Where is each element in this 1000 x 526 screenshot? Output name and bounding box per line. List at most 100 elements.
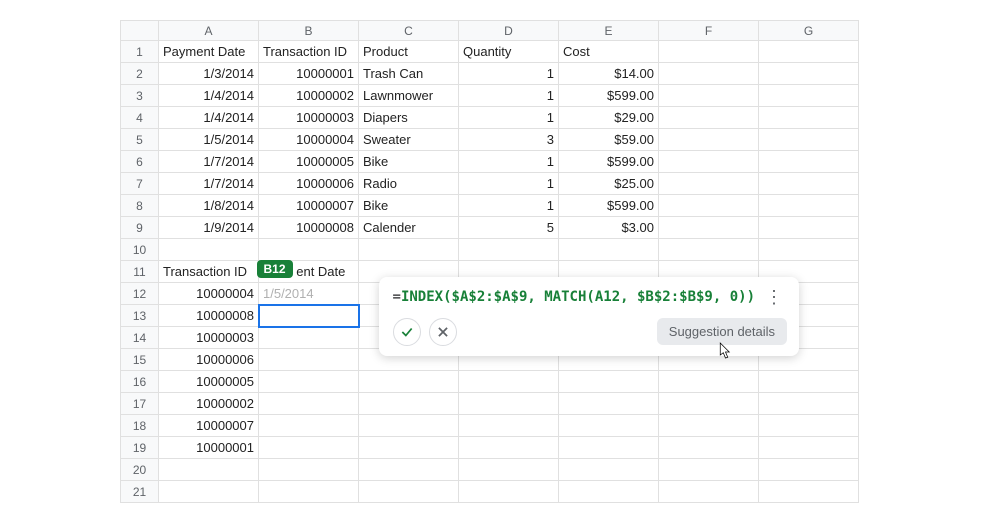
spreadsheet-grid[interactable]: A B C D E F G 1 Payment Date Transaction… bbox=[120, 20, 859, 503]
accept-suggestion-button[interactable] bbox=[393, 318, 421, 346]
cell[interactable]: Quantity bbox=[459, 41, 559, 63]
cell[interactable] bbox=[559, 393, 659, 415]
cell[interactable] bbox=[759, 151, 859, 173]
cell[interactable]: Calender bbox=[359, 217, 459, 239]
cell[interactable] bbox=[359, 393, 459, 415]
cell[interactable] bbox=[759, 239, 859, 261]
cell[interactable] bbox=[759, 481, 859, 503]
cell[interactable]: 10000002 bbox=[259, 85, 359, 107]
cell[interactable] bbox=[459, 393, 559, 415]
cell[interactable] bbox=[659, 129, 759, 151]
cell[interactable] bbox=[759, 393, 859, 415]
cell[interactable]: $14.00 bbox=[559, 63, 659, 85]
cell[interactable] bbox=[659, 151, 759, 173]
cell[interactable] bbox=[459, 371, 559, 393]
cell[interactable] bbox=[459, 239, 559, 261]
cell[interactable]: Transaction ID bbox=[259, 41, 359, 63]
cell[interactable]: Product bbox=[359, 41, 459, 63]
suggestion-details-chip[interactable]: Suggestion details bbox=[657, 318, 787, 345]
row-header[interactable]: 7 bbox=[121, 173, 159, 195]
cell[interactable]: 10000006 bbox=[259, 173, 359, 195]
cell[interactable] bbox=[559, 239, 659, 261]
cell[interactable]: 10000004 bbox=[259, 129, 359, 151]
cell[interactable] bbox=[259, 327, 359, 349]
cell[interactable] bbox=[559, 415, 659, 437]
row-header[interactable]: 10 bbox=[121, 239, 159, 261]
row-header[interactable]: 3 bbox=[121, 85, 159, 107]
cell[interactable] bbox=[659, 371, 759, 393]
active-cell[interactable] bbox=[259, 305, 359, 327]
cell[interactable]: 10000001 bbox=[259, 63, 359, 85]
cell[interactable]: 10000003 bbox=[159, 327, 259, 349]
cell[interactable] bbox=[559, 437, 659, 459]
cell[interactable] bbox=[759, 63, 859, 85]
cell[interactable] bbox=[759, 129, 859, 151]
cell[interactable] bbox=[359, 239, 459, 261]
cell[interactable] bbox=[559, 371, 659, 393]
cell[interactable]: 1 bbox=[459, 63, 559, 85]
cell[interactable] bbox=[659, 107, 759, 129]
cell[interactable]: Sweater bbox=[359, 129, 459, 151]
cell[interactable]: 10000004 bbox=[159, 283, 259, 305]
row-header[interactable]: 19 bbox=[121, 437, 159, 459]
cell[interactable]: 1 bbox=[459, 195, 559, 217]
col-header-C[interactable]: C bbox=[359, 21, 459, 41]
cell[interactable] bbox=[659, 481, 759, 503]
cell[interactable] bbox=[559, 481, 659, 503]
cell[interactable]: 1/7/2014 bbox=[159, 173, 259, 195]
cell[interactable] bbox=[259, 239, 359, 261]
row-header[interactable]: 6 bbox=[121, 151, 159, 173]
cell[interactable]: 10000007 bbox=[159, 415, 259, 437]
cell[interactable] bbox=[259, 371, 359, 393]
cell[interactable]: 10000003 bbox=[259, 107, 359, 129]
cell[interactable] bbox=[359, 437, 459, 459]
row-header[interactable]: 4 bbox=[121, 107, 159, 129]
cell[interactable] bbox=[759, 85, 859, 107]
cell[interactable]: 10000008 bbox=[259, 217, 359, 239]
cell[interactable]: 1 bbox=[459, 173, 559, 195]
cell[interactable]: 10000006 bbox=[159, 349, 259, 371]
cell[interactable]: 10000008 bbox=[159, 305, 259, 327]
cell[interactable]: 1/4/2014 bbox=[159, 107, 259, 129]
row-header[interactable]: 11 bbox=[121, 261, 159, 283]
row-header[interactable]: 9 bbox=[121, 217, 159, 239]
col-header-G[interactable]: G bbox=[759, 21, 859, 41]
cell[interactable] bbox=[659, 437, 759, 459]
cell[interactable] bbox=[459, 415, 559, 437]
cell[interactable] bbox=[759, 415, 859, 437]
row-header[interactable]: 15 bbox=[121, 349, 159, 371]
cell[interactable] bbox=[259, 437, 359, 459]
cell[interactable]: 10000005 bbox=[159, 371, 259, 393]
cell[interactable]: 10000005 bbox=[259, 151, 359, 173]
cell[interactable] bbox=[659, 217, 759, 239]
cell[interactable]: $599.00 bbox=[559, 151, 659, 173]
cell[interactable]: $59.00 bbox=[559, 129, 659, 151]
row-header[interactable]: 20 bbox=[121, 459, 159, 481]
cell[interactable]: $29.00 bbox=[559, 107, 659, 129]
cell[interactable]: Payment Date bbox=[159, 41, 259, 63]
cell[interactable]: 1/8/2014 bbox=[159, 195, 259, 217]
cell[interactable] bbox=[459, 481, 559, 503]
cell[interactable] bbox=[259, 349, 359, 371]
cell[interactable]: 1/3/2014 bbox=[159, 63, 259, 85]
cell[interactable]: Payment Date bbox=[259, 261, 359, 283]
row-header[interactable]: 18 bbox=[121, 415, 159, 437]
cell[interactable] bbox=[659, 41, 759, 63]
row-header[interactable]: 21 bbox=[121, 481, 159, 503]
row-header[interactable]: 5 bbox=[121, 129, 159, 151]
cell[interactable] bbox=[359, 459, 459, 481]
row-header[interactable]: 12 bbox=[121, 283, 159, 305]
row-header[interactable]: 17 bbox=[121, 393, 159, 415]
col-header-E[interactable]: E bbox=[559, 21, 659, 41]
cell[interactable] bbox=[659, 85, 759, 107]
cell[interactable]: 5 bbox=[459, 217, 559, 239]
cell[interactable]: 1 bbox=[459, 151, 559, 173]
cell[interactable]: 1/9/2014 bbox=[159, 217, 259, 239]
cell[interactable] bbox=[159, 481, 259, 503]
cell[interactable] bbox=[759, 173, 859, 195]
cell[interactable]: 1 bbox=[459, 85, 559, 107]
col-header-B[interactable]: B bbox=[259, 21, 359, 41]
row-header[interactable]: 13 bbox=[121, 305, 159, 327]
cell[interactable]: $3.00 bbox=[559, 217, 659, 239]
cell[interactable] bbox=[659, 173, 759, 195]
